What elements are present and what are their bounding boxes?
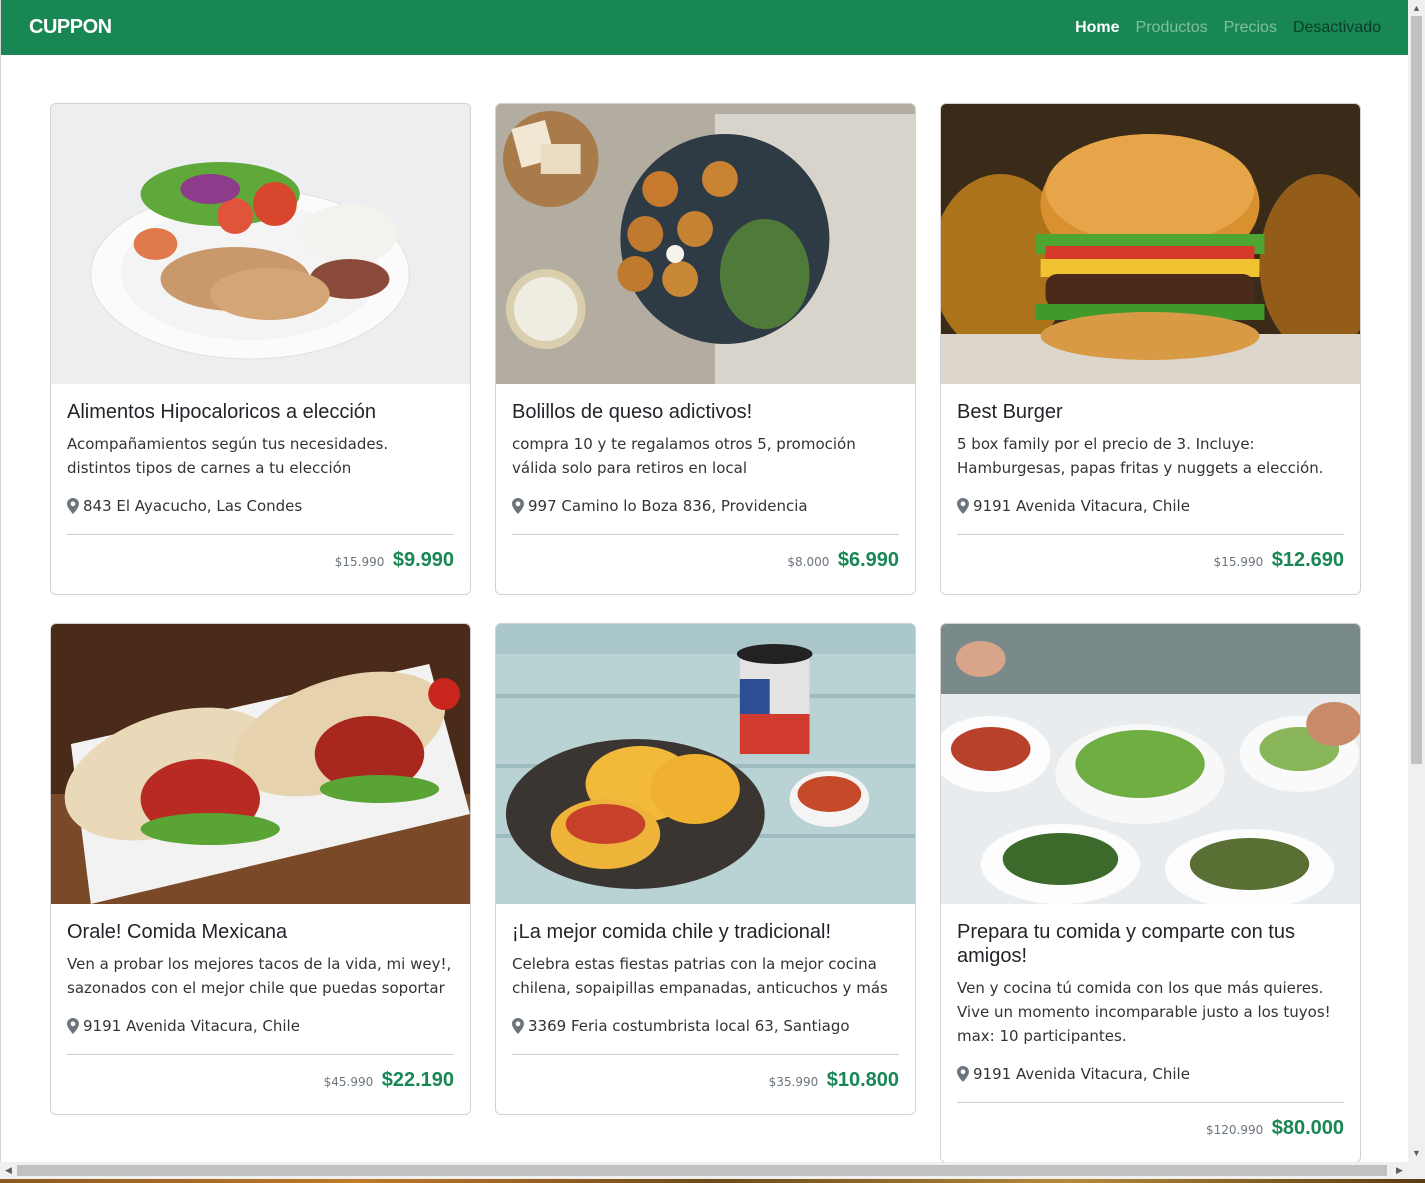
map-pin-icon <box>512 1018 524 1034</box>
card-image-burger <box>941 104 1360 384</box>
location-text: 9191 Avenida Vitacura, Chile <box>83 1017 300 1035</box>
new-price: $22.190 <box>381 1069 454 1091</box>
product-card[interactable]: Prepara tu comida y comparte con tus ami… <box>940 623 1361 1162</box>
old-price: $35.990 <box>768 1075 819 1089</box>
price-row: $45.990 $22.190 <box>51 1055 470 1114</box>
card-location: 843 El Ayacucho, Las Condes <box>67 494 454 535</box>
old-price: $8.000 <box>787 555 830 569</box>
card-image-burrito <box>51 624 470 904</box>
card-location: 997 Camino lo Boza 836, Providencia <box>512 494 899 535</box>
location-text: 3369 Feria costumbrista local 63, Santia… <box>528 1017 850 1035</box>
new-price: $9.990 <box>392 549 454 571</box>
map-pin-icon <box>957 498 969 514</box>
price-row: $8.000 $6.990 <box>496 535 915 594</box>
old-price: $15.990 <box>334 555 385 569</box>
card-title: Best Burger <box>957 401 1063 423</box>
card-title: Alimentos Hipocaloricos a elección <box>67 401 377 423</box>
card-description: compra 10 y te regalamos otros 5, promoc… <box>512 435 856 477</box>
vertical-scrollbar[interactable]: ▲ ▼ <box>1408 0 1425 1183</box>
map-pin-icon <box>67 498 79 514</box>
card-image-sopaipillas <box>496 624 915 904</box>
location-text: 843 El Ayacucho, Las Condes <box>83 497 303 515</box>
navbar: CUPPON Home Productos Precios Desactivad… <box>1 0 1409 55</box>
old-price: $15.990 <box>1213 555 1264 569</box>
brand-logo[interactable]: CUPPON <box>29 16 112 39</box>
scroll-up-icon[interactable]: ▲ <box>1408 0 1425 17</box>
nav-home[interactable]: Home <box>1067 19 1127 37</box>
map-pin-icon <box>957 1066 969 1082</box>
card-description: Celebra estas fiestas patrias con la mej… <box>512 955 888 997</box>
product-card[interactable]: ¡La mejor comida chile y tradicional! Ce… <box>495 623 916 1115</box>
desktop-background-strip <box>0 1179 1425 1183</box>
location-text: 997 Camino lo Boza 836, Providencia <box>528 497 808 515</box>
nav-desactivado: Desactivado <box>1292 18 1381 36</box>
product-card[interactable]: Bolillos de queso adictivos! compra 10 y… <box>495 103 916 595</box>
old-price: $120.990 <box>1205 1123 1264 1137</box>
location-text: 9191 Avenida Vitacura, Chile <box>973 497 1190 515</box>
price-row: $120.990 $80.000 <box>941 1103 1360 1162</box>
new-price: $12.690 <box>1271 549 1344 571</box>
card-location: 9191 Avenida Vitacura, Chile <box>957 1062 1344 1103</box>
card-title: Prepara tu comida y comparte con tus ami… <box>957 921 1295 967</box>
new-price: $6.990 <box>837 549 899 571</box>
price-row: $35.990 $10.800 <box>496 1055 915 1114</box>
map-pin-icon <box>67 1018 79 1034</box>
browser-viewport: CUPPON Home Productos Precios Desactivad… <box>0 0 1409 1162</box>
card-image-cheese-balls <box>496 104 915 384</box>
horizontal-scroll-thumb[interactable] <box>17 1165 1387 1176</box>
new-price: $80.000 <box>1271 1117 1344 1139</box>
nav-precios[interactable]: Precios <box>1216 19 1285 37</box>
product-card[interactable]: Orale! Comida Mexicana Ven a probar los … <box>50 623 471 1115</box>
nav-links: Home Productos Precios Desactivado <box>1067 19 1389 37</box>
card-description: Ven y cocina tú comida con los que más q… <box>957 979 1331 1045</box>
scroll-left-icon[interactable]: ◀ <box>0 1162 17 1179</box>
card-image-salad-plate <box>51 104 470 384</box>
map-pin-icon <box>512 498 524 514</box>
scroll-down-icon[interactable]: ▼ <box>1408 1145 1425 1162</box>
card-description: Ven a probar los mejores tacos de la vid… <box>67 955 452 997</box>
card-description: Acompañamientos según tus necesidades. d… <box>67 435 389 477</box>
card-location: 9191 Avenida Vitacura, Chile <box>957 494 1344 535</box>
product-card[interactable]: Best Burger 5 box family por el precio d… <box>940 103 1361 595</box>
location-text: 9191 Avenida Vitacura, Chile <box>973 1065 1190 1083</box>
horizontal-scrollbar[interactable]: ◀ ▶ <box>0 1162 1408 1179</box>
vertical-scroll-thumb[interactable] <box>1411 16 1422 764</box>
card-description: 5 box family por el precio de 3. Incluye… <box>957 435 1324 477</box>
nav-productos[interactable]: Productos <box>1128 19 1216 37</box>
card-image-shared-table <box>941 624 1360 904</box>
card-title: Bolillos de queso adictivos! <box>512 401 753 423</box>
card-title: ¡La mejor comida chile y tradicional! <box>512 921 832 943</box>
old-price: $45.990 <box>323 1075 374 1089</box>
card-location: 3369 Feria costumbrista local 63, Santia… <box>512 1014 899 1055</box>
product-card[interactable]: Alimentos Hipocaloricos a elección Acomp… <box>50 103 471 595</box>
price-row: $15.990 $12.690 <box>941 535 1360 594</box>
price-row: $15.990 $9.990 <box>51 535 470 594</box>
scroll-right-icon[interactable]: ▶ <box>1391 1162 1408 1179</box>
new-price: $10.800 <box>826 1069 899 1091</box>
card-title: Orale! Comida Mexicana <box>67 921 288 943</box>
card-location: 9191 Avenida Vitacura, Chile <box>67 1014 454 1055</box>
